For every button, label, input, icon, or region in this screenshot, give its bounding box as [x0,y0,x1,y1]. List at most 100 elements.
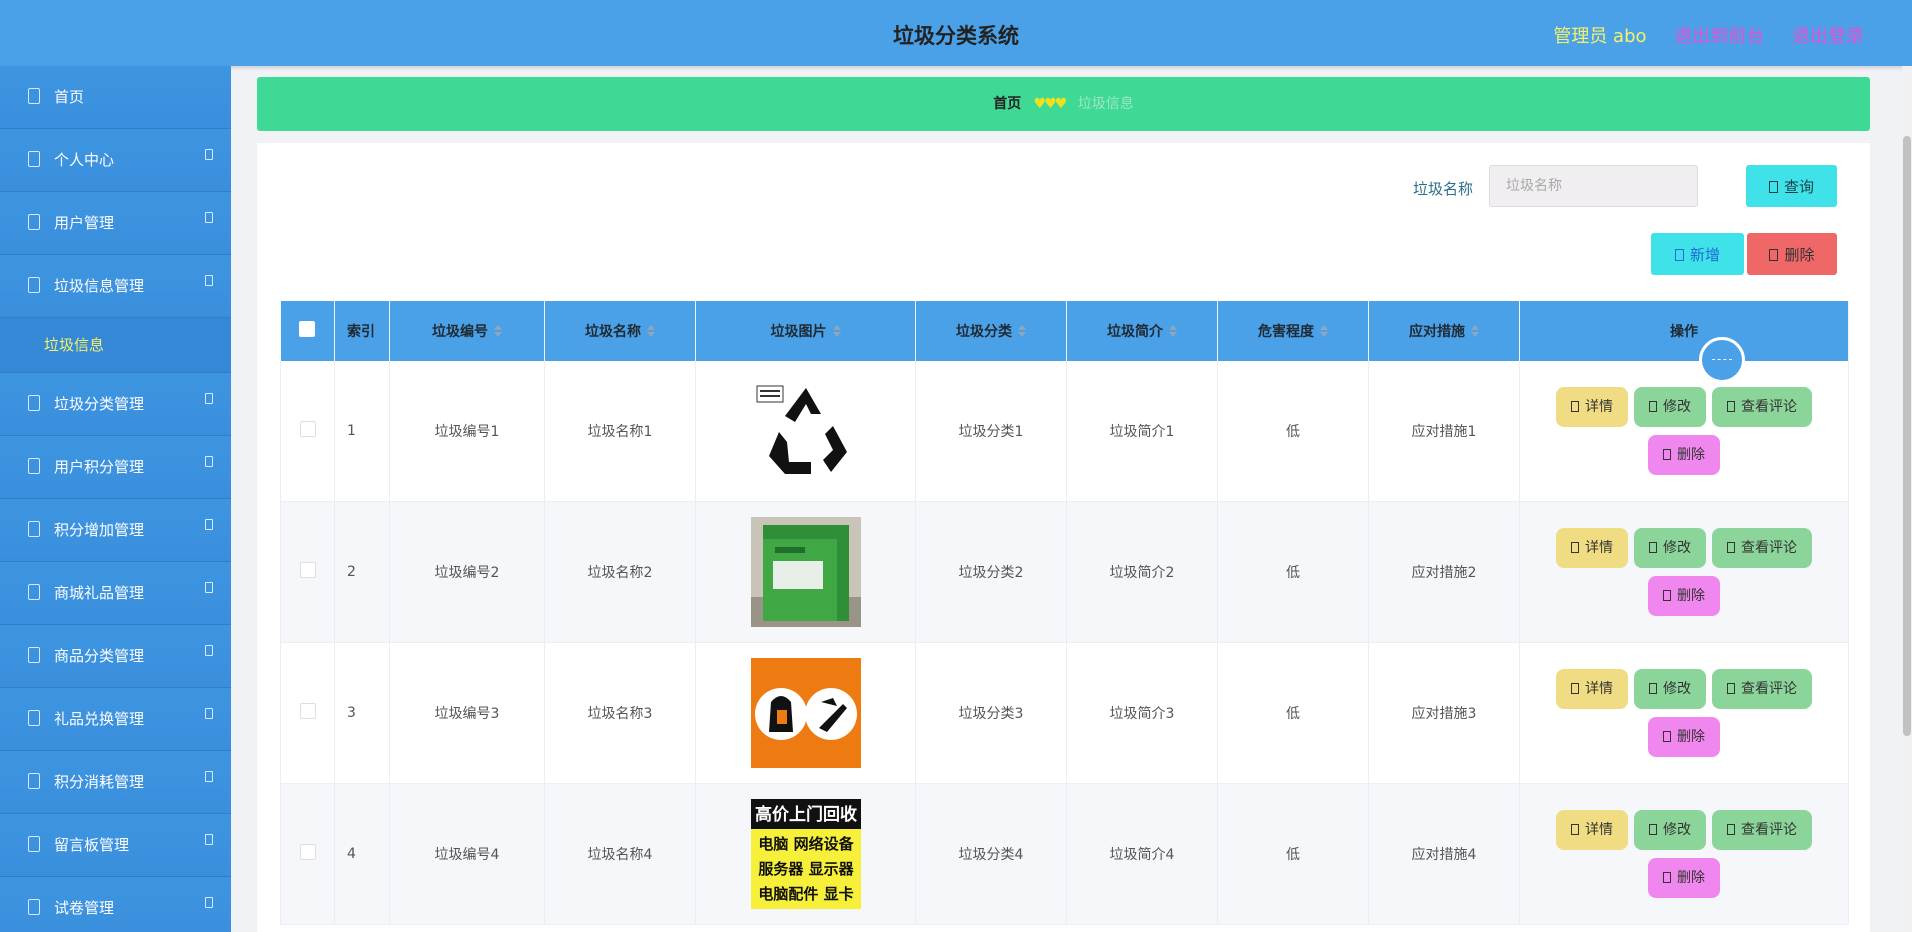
sidebar-item-label: 用户管理 [54,214,115,232]
select-all-cell[interactable] [280,301,335,361]
delete-button[interactable]: 删除 [1648,435,1720,475]
sidebar-item-user-points[interactable]: 用户积分管理 [0,436,231,499]
sort-icon[interactable] [1169,325,1177,337]
row-checkbox[interactable] [299,703,316,719]
column-header-name[interactable]: 垃圾名称 [544,301,696,361]
edit-button[interactable]: 修改 [1634,669,1706,709]
sidebar-item-profile[interactable]: 个人中心 [0,129,231,192]
cell-measure: 应对措施3 [1368,642,1520,784]
search-input[interactable] [1489,165,1698,207]
sidebar-item-points-consume[interactable]: 积分消耗管理 [0,751,231,814]
home-icon [28,88,40,104]
cell-name: 垃圾名称2 [544,501,696,643]
back-to-front-link[interactable]: 退出到前台 [1674,26,1764,47]
view-comments-button[interactable]: 查看评论 [1712,387,1812,427]
column-header-image[interactable]: 垃圾图片 [695,301,916,361]
row-checkbox[interactable] [299,421,316,437]
sidebar-item-label: 商品分类管理 [54,647,145,665]
chevron-down-icon [205,212,213,223]
sort-icon[interactable] [494,325,502,337]
logout-link[interactable]: 退出登录 [1792,26,1864,47]
row-select-cell [280,361,335,502]
view-comments-label: 查看评论 [1741,681,1797,697]
breadcrumb: 首页 ♥♥♥ 垃圾信息 [257,77,1870,131]
search-icon [1768,180,1778,193]
view-comments-button[interactable]: 查看评论 [1712,528,1812,568]
comment-icon [1727,824,1735,835]
sidebar-subitem-garbage-info[interactable]: 垃圾信息 [0,318,231,373]
chevron-down-icon [205,456,213,467]
view-comments-label: 查看评论 [1741,822,1797,838]
column-header-measure[interactable]: 应对措施 [1368,301,1520,361]
breadcrumb-home[interactable]: 首页 [993,96,1021,112]
sidebar-item-gift-exchange[interactable]: 礼品兑换管理 [0,688,231,751]
sort-icon[interactable] [1471,325,1479,337]
row-checkbox[interactable] [299,562,316,578]
edit-icon [1649,401,1657,412]
sidebar-item-garbage-category[interactable]: 垃圾分类管理 [0,373,231,436]
sidebar-item-message-board[interactable]: 留言板管理 [0,814,231,877]
row-select-cell [280,783,335,925]
edit-button[interactable]: 修改 [1634,810,1706,850]
sidebar-item-garbage-info[interactable]: 垃圾信息管理 [0,255,231,318]
sort-icon[interactable] [647,325,655,337]
detail-button[interactable]: 详情 [1556,528,1628,568]
cell-harm: 低 [1217,783,1369,925]
users-icon [28,214,40,230]
scrollbar-thumb[interactable] [1903,136,1911,736]
sidebar-item-exam-papers[interactable]: 试卷管理 [0,877,231,932]
cell-category: 垃圾分类2 [915,501,1067,643]
sidebar-item-label: 试卷管理 [54,899,115,917]
chevron-down-icon [205,897,213,908]
detail-label: 详情 [1585,681,1613,697]
sort-icon[interactable] [832,325,841,337]
view-comments-button[interactable]: 查看评论 [1712,669,1812,709]
edit-button[interactable]: 修改 [1634,387,1706,427]
cell-name: 垃圾名称3 [544,642,696,784]
top-header: 垃圾分类系统 管理员 abo 退出到前台 退出登录 [0,0,1912,66]
sidebar-item-gift-mall[interactable]: 商城礼品管理 [0,562,231,625]
select-all-checkbox[interactable] [299,321,316,337]
sidebar-item-points-add[interactable]: 积分增加管理 [0,499,231,562]
view-comments-button[interactable]: 查看评论 [1712,810,1812,850]
delete-button[interactable]: 删除 [1648,858,1720,898]
category-icon [28,395,40,411]
column-header-label: 垃圾编号 [432,324,488,340]
edit-label: 修改 [1663,822,1691,838]
column-header-code[interactable]: 垃圾编号 [389,301,545,361]
add-button-label: 新增 [1689,245,1720,264]
detail-button[interactable]: 详情 [1556,387,1628,427]
chevron-down-icon [205,708,213,719]
sidebar-item-label: 留言板管理 [54,836,130,854]
sort-icon[interactable] [1320,325,1328,337]
detail-button[interactable]: 详情 [1556,810,1628,850]
cell-index: 3 [334,642,390,784]
sidebar-item-users[interactable]: 用户管理 [0,192,231,255]
sidebar-item-home[interactable]: 首页 [0,66,231,129]
detail-button[interactable]: 详情 [1556,669,1628,709]
row-checkbox[interactable] [299,844,316,860]
column-header-actions: 操作 [1519,301,1849,361]
floating-assistant-button[interactable] [1699,337,1745,383]
delete-button[interactable]: 删除 [1648,717,1720,757]
add-button[interactable]: 新增 [1651,233,1744,275]
list-icon [28,647,40,663]
cell-image [695,361,916,502]
breadcrumb-separator-icon: ♥♥♥ [1033,96,1068,112]
table-row: 2 垃圾编号2 垃圾名称2 垃圾分类2 垃圾简介2 低 应对措施2 详情 修改 … [280,501,1849,643]
sidebar-item-product-category[interactable]: 商品分类管理 [0,625,231,688]
column-header-intro[interactable]: 垃圾简介 [1066,301,1218,361]
query-button[interactable]: 查询 [1746,165,1837,207]
vertical-scrollbar[interactable] [1902,66,1912,932]
column-header-label: 危害程度 [1258,324,1314,340]
exchange-icon [28,710,40,726]
column-header-category[interactable]: 垃圾分类 [915,301,1067,361]
delete-button[interactable]: 删除 [1648,576,1720,616]
sort-icon[interactable] [1018,325,1026,337]
sidebar-item-label: 用户积分管理 [54,458,145,476]
column-header-harm[interactable]: 危害程度 [1217,301,1369,361]
chevron-down-icon [205,645,213,656]
edit-button[interactable]: 修改 [1634,528,1706,568]
detail-icon [1571,824,1579,835]
batch-delete-button[interactable]: 删除 [1747,233,1837,275]
